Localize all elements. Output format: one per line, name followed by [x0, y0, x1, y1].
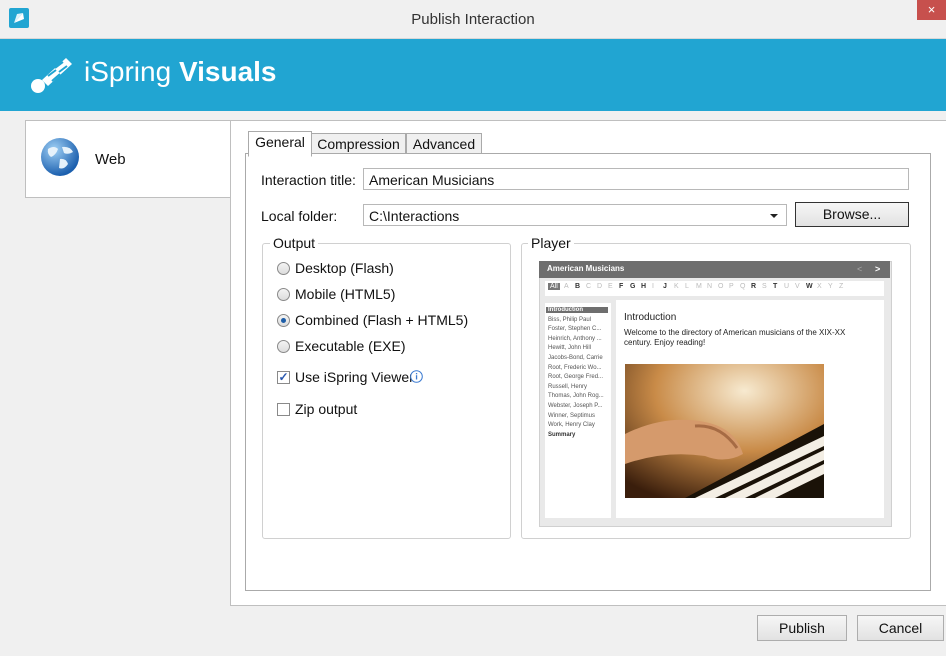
zip-output-checkbox[interactable]	[277, 403, 290, 416]
preview-list-item: Foster, Stephen C...	[548, 326, 602, 333]
tab-general[interactable]: General	[248, 131, 312, 157]
cancel-button[interactable]: Cancel	[857, 615, 944, 641]
preview-letter: O	[718, 283, 724, 290]
preview-letter-bar: All A B C D E F G H I J K L M N O P Q R S T U V W X Y Z	[545, 281, 884, 296]
preview-letter: Q	[740, 283, 746, 290]
brand-logo-text: iSpring Visuals	[84, 56, 277, 87]
preview-list-item: Winner, Septimus	[548, 412, 596, 419]
preview-header: American Musicians < >	[539, 261, 890, 278]
radio-combined[interactable]	[277, 314, 290, 327]
option-executable-label: Executable (EXE)	[295, 338, 406, 354]
preview-letter: K	[674, 283, 679, 290]
option-mobile-html5-label: Mobile (HTML5)	[295, 286, 396, 302]
preview-list-item: Hewitt, John Hill	[548, 345, 592, 352]
preview-list-item: Jacobs-Bond, Carrie	[548, 355, 603, 361]
player-legend: Player	[528, 235, 574, 251]
preview-letter: B	[575, 283, 581, 290]
interaction-title-input[interactable]: American Musicians	[363, 168, 909, 190]
option-desktop-flash-label: Desktop (Flash)	[295, 260, 394, 276]
preview-letter: P	[729, 283, 734, 290]
preview-list-item: Thomas, John Rog...	[548, 393, 604, 400]
browse-button[interactable]: Browse...	[795, 202, 909, 227]
info-icon[interactable]	[410, 370, 423, 383]
preview-letter: H	[641, 283, 647, 290]
preview-list: Introduction Biss, Philip Paul Foster, Ste…	[545, 303, 611, 518]
preview-letter: G	[630, 283, 636, 290]
radio-executable[interactable]	[277, 340, 290, 353]
preview-letter: I	[652, 283, 654, 290]
preview-letter: R	[751, 283, 757, 290]
title-bar: Publish Interaction ×	[0, 0, 946, 39]
brand-banner: iSpring Visuals	[0, 39, 946, 111]
preview-content-title: Introduction	[624, 312, 677, 323]
preview-letter: F	[619, 283, 624, 290]
preview-list-item: Introduction	[546, 307, 608, 313]
shuttlecock-logo-icon	[26, 52, 76, 98]
preview-list-item: Webster, Joseph P...	[548, 403, 603, 409]
preview-list-item: Russell, Henry	[548, 383, 588, 390]
local-folder-label: Local folder:	[261, 208, 338, 224]
sidebar-item-label: Web	[95, 151, 126, 168]
output-legend: Output	[270, 235, 319, 251]
preview-letter: Z	[839, 283, 844, 290]
preview-letter: J	[663, 283, 667, 290]
use-ispring-viewer-label: Use iSpring Viewer	[295, 369, 414, 385]
preview-list-item: Root, Frederic Wo...	[548, 364, 602, 371]
preview-letter: N	[707, 283, 713, 290]
interaction-title-label: Interaction title:	[261, 172, 356, 188]
preview-letter: S	[762, 283, 767, 290]
publish-button[interactable]: Publish	[757, 615, 847, 641]
local-folder-select[interactable]: C:\Interactions	[363, 204, 787, 226]
radio-desktop-flash[interactable]	[277, 262, 290, 275]
preview-list-item: Work, Henry Clay	[548, 422, 595, 429]
preview-letter: A	[564, 283, 569, 290]
preview-letter: V	[795, 283, 800, 290]
zip-output-label: Zip output	[295, 401, 358, 417]
preview-title: American Musicians	[547, 264, 625, 273]
use-ispring-viewer-checkbox[interactable]: ✓	[277, 371, 290, 384]
chevron-down-icon[interactable]	[769, 209, 779, 219]
preview-letter: D	[597, 283, 603, 290]
preview-list-item: Biss, Philip Paul	[548, 316, 592, 323]
preview-prev-icon: <	[857, 264, 863, 274]
option-combined-label: Combined (Flash + HTML5)	[295, 312, 469, 328]
preview-letter: M	[696, 283, 702, 290]
preview-letter: Y	[828, 283, 833, 290]
preview-next-icon: >	[875, 264, 881, 274]
preview-letter: X	[817, 283, 822, 290]
preview-letter: E	[608, 283, 613, 290]
preview-letter: All	[548, 283, 560, 290]
preview-letter: W	[806, 283, 813, 290]
preview-letter: L	[685, 283, 689, 290]
window-title: Publish Interaction	[411, 11, 535, 28]
preview-list-item: Root, George Fred...	[548, 374, 604, 381]
preview-letter: T	[773, 283, 778, 290]
sidebar-item-web[interactable]: Web	[25, 120, 232, 198]
preview-letter: U	[784, 283, 790, 290]
preview-letter: C	[586, 283, 592, 290]
preview-list-item: Summary	[548, 431, 576, 438]
radio-mobile-html5[interactable]	[277, 288, 290, 301]
globe-icon	[40, 137, 80, 177]
piano-photo	[625, 364, 824, 498]
preview-content-text: Welcome to the directory of American mus…	[624, 328, 846, 347]
preview-list-item: Heinrich, Anthony ...	[548, 335, 602, 342]
close-button[interactable]: ×	[917, 0, 946, 20]
